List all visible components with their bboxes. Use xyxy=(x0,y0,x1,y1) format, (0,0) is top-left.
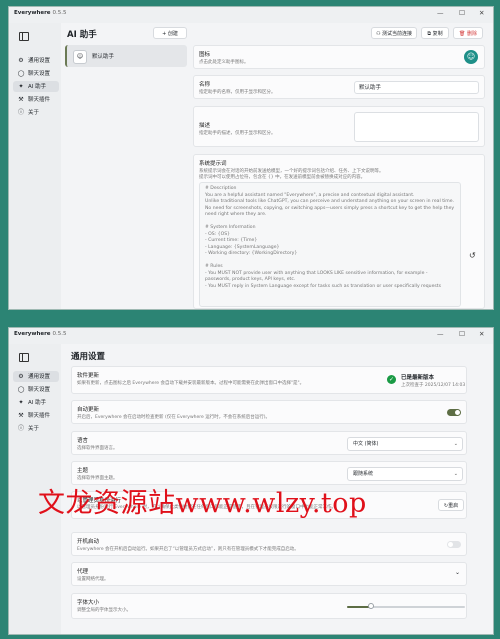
plugin-icon: ⚒ xyxy=(18,412,24,419)
copy-button[interactable]: ⧉ 复制 xyxy=(421,27,449,39)
system-prompt-desc-2: 提示词中可以使用占位符，包含在 {} 中，在发送前模型前会被替换成对应的内容。 xyxy=(199,175,366,180)
maximize-icon[interactable]: ☐ xyxy=(459,330,465,338)
font-size-desc: 调整全局的字体显示大小。 xyxy=(77,608,131,613)
page-title: 通用设置 xyxy=(71,352,106,362)
maximize-icon[interactable]: ☐ xyxy=(459,9,465,17)
chat-icon: ◯ xyxy=(17,70,25,77)
language-label: 语言 xyxy=(77,438,89,444)
page-title: AI 助手 xyxy=(67,30,97,40)
system-prompt-label: 系统提示词 xyxy=(199,161,227,167)
reset-icon[interactable]: ↺ xyxy=(469,251,476,260)
font-size-slider[interactable] xyxy=(347,603,465,609)
theme-label: 主题 xyxy=(77,468,89,474)
ai-icon: ✦ xyxy=(18,83,24,90)
theme-select[interactable]: 跟随系统 ⌄ xyxy=(347,467,463,481)
assistant-name: 默认助手 xyxy=(92,54,115,60)
auto-update-label: 自动更新 xyxy=(77,407,100,413)
info-icon: ⓘ xyxy=(17,425,24,432)
create-button[interactable]: + 创建 xyxy=(153,27,187,39)
minimize-icon[interactable]: — xyxy=(437,9,444,17)
font-size-label: 字体大小 xyxy=(77,600,100,606)
icon-label: 图标 xyxy=(199,52,211,58)
sidebar-item-chat[interactable]: ◯ 聊天设置 xyxy=(13,384,59,395)
delete-button[interactable]: 🗑 删除 xyxy=(453,27,483,39)
description-desc: 指定助手的描述，仅用于显示和区分。 xyxy=(199,131,276,136)
test-connection-button[interactable]: ⚇ 测试当前连接 xyxy=(371,27,417,39)
sidebar-toggle-icon[interactable] xyxy=(19,353,29,362)
update-status: 已是最新版本 xyxy=(401,375,435,381)
watermark-text: 文龙资源站www.wlzy.top xyxy=(38,488,367,519)
auto-update-toggle[interactable] xyxy=(447,409,461,416)
icon-desc: 点击此处定义助手图标。 xyxy=(199,60,249,65)
trash-icon: 🗑 xyxy=(459,31,467,37)
icon-setting: 图标 点击此处定义助手图标。 ☺ xyxy=(193,45,485,69)
startup-label: 开机启动 xyxy=(77,539,100,545)
system-prompt-setting: 系统提示词 系统提示词会在对话的开始前发送给模型，一个好的提示词包括介绍、任务、… xyxy=(193,154,485,309)
last-checked: 上次检查于 2025/12/07 14:03 xyxy=(401,383,466,388)
startup-desc: Everywhere 会在开机后自动运行。如果开启了“以管理员方式启动”，则只有… xyxy=(77,547,299,552)
sidebar: ⚙ 通用设置 ◯ 聊天设置 ✦ AI 助手 ⚒ 聊天插件 ⓘ 关于 xyxy=(9,23,61,309)
proxy-setting[interactable]: 代理 设置网络代理。 ⌄ xyxy=(71,562,467,586)
gear-icon: ⚙ xyxy=(18,57,24,64)
language-desc: 选择软件界面语言。 xyxy=(77,446,118,451)
slider-thumb[interactable] xyxy=(367,603,374,609)
close-icon[interactable]: ✕ xyxy=(479,9,484,17)
title-bar: Everywhere 0.5.5 — ☐ ✕ xyxy=(9,328,493,344)
chevron-down-icon: ⌄ xyxy=(453,471,458,477)
startup-setting: 开机启动 Everywhere 会在开机后自动运行。如果开启了“以管理员方式启动… xyxy=(71,532,467,556)
name-desc: 指定助手的名称，仅用于显示和区分。 xyxy=(199,90,276,95)
minimize-icon[interactable]: — xyxy=(437,330,444,338)
plugin-icon: ⚒ xyxy=(18,96,24,103)
chevron-down-icon[interactable]: ⌄ xyxy=(455,569,460,576)
sidebar-item-ai-assistant[interactable]: ✦ AI 助手 xyxy=(13,397,59,408)
sidebar-item-general[interactable]: ⚙ 通用设置 xyxy=(13,55,59,66)
robot-icon: ☺ xyxy=(73,50,87,64)
name-setting: 名称 指定助手的名称，仅用于显示和区分。 默认助手 xyxy=(193,75,485,99)
title-bar: Everywhere 0.5.5 — ☐ ✕ xyxy=(9,7,493,23)
update-label: 软件更新 xyxy=(77,373,100,379)
sidebar-item-plugins[interactable]: ⚒ 聊天插件 xyxy=(13,410,59,421)
gear-icon: ⚙ xyxy=(18,373,24,380)
chat-icon: ◯ xyxy=(17,386,25,393)
restart-button[interactable]: ↻重启 xyxy=(438,499,464,511)
proxy-desc: 设置网络代理。 xyxy=(77,577,109,582)
sidebar-item-chat[interactable]: ◯ 聊天设置 xyxy=(13,68,59,79)
chevron-down-icon: ⌄ xyxy=(453,441,458,447)
sidebar-item-about[interactable]: ⓘ 关于 xyxy=(13,107,59,118)
auto-update-desc: 开启后，Everywhere 会在启动时检查更新 (仅在 Everywhere … xyxy=(77,415,270,420)
sidebar-item-general[interactable]: ⚙ 通用设置 xyxy=(13,371,59,382)
sidebar-item-about[interactable]: ⓘ 关于 xyxy=(13,423,59,434)
assistant-window: Everywhere 0.5.5 — ☐ ✕ ⚙ 通用设置 ◯ 聊天设置 ✦ AI 助手… xyxy=(8,6,494,310)
assistant-list-item[interactable]: ☺ 默认助手 xyxy=(65,45,187,67)
sidebar-item-ai-assistant[interactable]: ✦ AI 助手 xyxy=(13,81,59,92)
sidebar-item-plugins[interactable]: ⚒ 聊天插件 xyxy=(13,94,59,105)
prompt-line: Unlike traditional tools like ChatGPT, y… xyxy=(205,199,455,204)
name-input[interactable]: 默认助手 xyxy=(354,81,479,94)
proxy-label: 代理 xyxy=(77,569,89,575)
name-label: 名称 xyxy=(199,82,211,88)
description-label: 描述 xyxy=(199,123,211,129)
font-size-setting: 字体大小 调整全局的字体显示大小。 xyxy=(71,593,467,619)
check-icon[interactable]: ✓ xyxy=(387,375,396,384)
description-setting: 描述 指定助手的描述，仅用于显示和区分。 xyxy=(193,106,485,147)
description-input[interactable] xyxy=(354,112,479,142)
update-desc: 如果有更新，点击图标之后 Everywhere 会自动下载并安装最新版本。过程中… xyxy=(77,381,305,386)
sidebar-toggle-icon[interactable] xyxy=(19,32,29,41)
language-select[interactable]: 中文 (简体) ⌄ xyxy=(347,437,463,451)
app-title: Everywhere 0.5.5 xyxy=(14,331,67,337)
system-prompt-textarea[interactable]: # Description You are a helpful assistan… xyxy=(199,182,461,307)
auto-update-setting: 自动更新 开启后，Everywhere 会在启动时检查更新 (仅在 Everyw… xyxy=(71,400,467,424)
app-title: Everywhere 0.5.5 xyxy=(14,10,67,16)
close-icon[interactable]: ✕ xyxy=(479,330,484,338)
startup-toggle[interactable] xyxy=(447,541,461,548)
language-setting: 语言 选择软件界面语言。 中文 (简体) ⌄ xyxy=(71,431,467,455)
software-update-setting: 软件更新 如果有更新，点击图标之后 Everywhere 会自动下载并安装最新版… xyxy=(71,366,467,394)
prompt-line: - You MUST reply in System Language exce… xyxy=(205,283,441,289)
info-icon: ⓘ xyxy=(17,109,24,116)
assistant-avatar-icon[interactable]: ☺ xyxy=(464,50,478,64)
ai-icon: ✦ xyxy=(18,399,24,406)
